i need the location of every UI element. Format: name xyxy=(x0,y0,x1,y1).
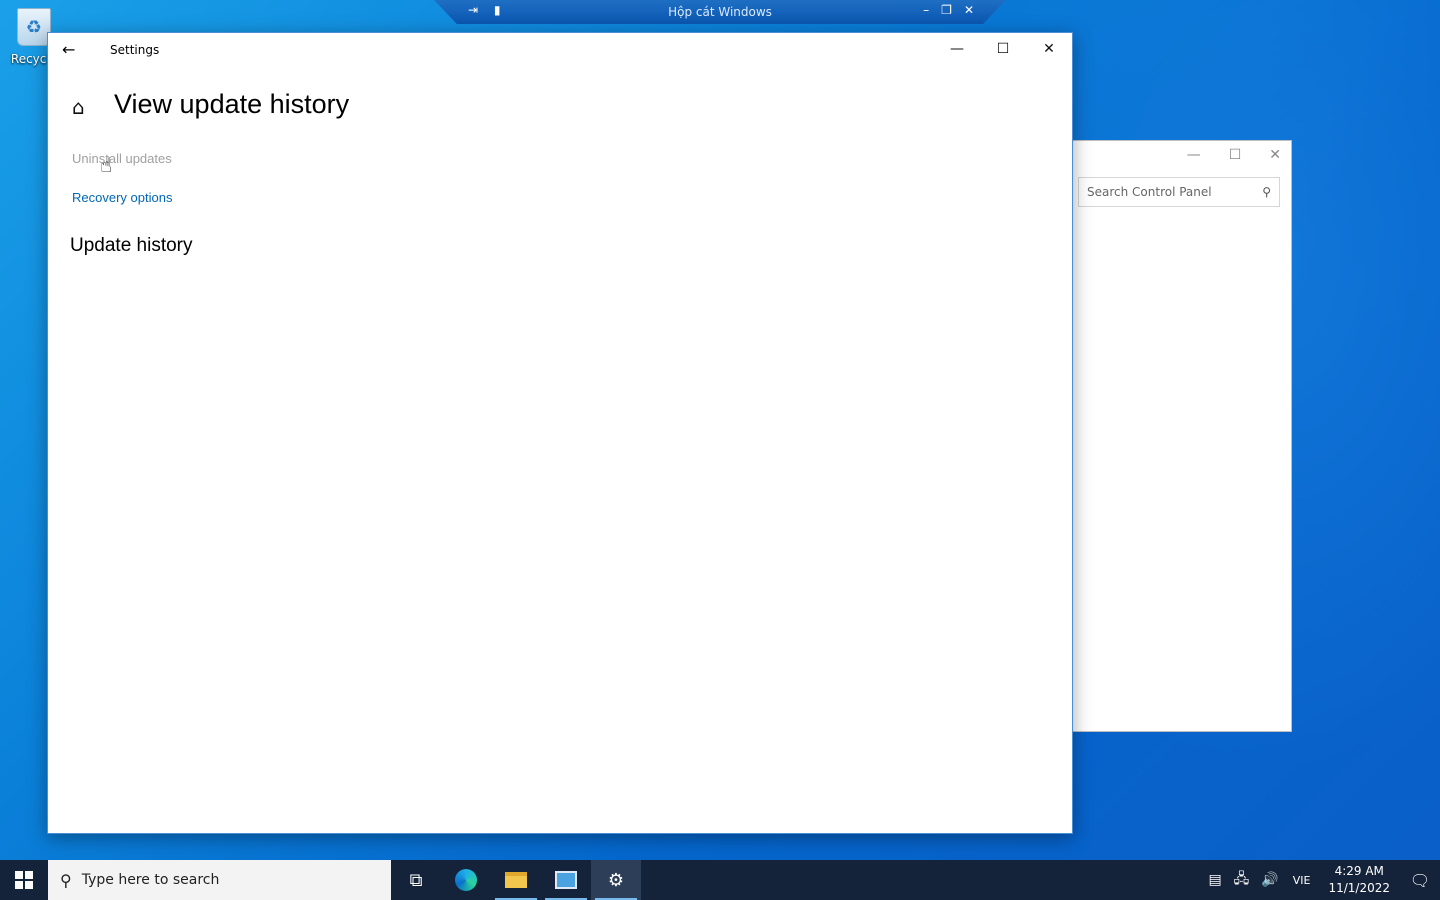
windows-logo-icon xyxy=(15,871,33,889)
sandbox-close-button[interactable]: ✕ xyxy=(964,3,974,17)
control-panel-search-input[interactable]: Search Control Panel ⚲ xyxy=(1078,177,1280,207)
start-button[interactable] xyxy=(0,860,48,900)
control-panel-icon xyxy=(555,871,577,889)
notification-icon: 🗨 xyxy=(1409,870,1431,890)
hand-cursor-icon: ☝ xyxy=(100,153,113,177)
control-panel-button[interactable] xyxy=(541,860,591,900)
cp-search-placeholder: Search Control Panel xyxy=(1087,185,1212,199)
sandbox-title: Hộp cát Windows xyxy=(668,5,772,19)
search-icon: ⚲ xyxy=(1262,185,1271,199)
task-view-icon: ⧉ xyxy=(409,869,423,891)
maximize-button[interactable]: ☐ xyxy=(980,33,1026,65)
uninstall-updates-link[interactable]: Uninstall updates xyxy=(72,151,172,166)
cp-close-button[interactable]: ✕ xyxy=(1269,147,1281,163)
volume-icon[interactable]: 🔊 xyxy=(1255,872,1284,888)
clock-time: 4:29 AM xyxy=(1334,864,1384,878)
taskbar: ⚲ Type here to search ⧉ ⚙ ▤ 🖧 🔊 VIE 4:29… xyxy=(0,860,1440,900)
news-icon[interactable]: ▤ xyxy=(1202,872,1227,888)
gear-icon: ⚙ xyxy=(607,869,625,891)
settings-button[interactable]: ⚙ xyxy=(591,860,641,900)
edge-button[interactable] xyxy=(441,860,491,900)
system-tray: ▤ 🖧 🔊 VIE 4:29 AM 11/1/2022 🗨 xyxy=(1202,860,1440,900)
sandbox-restore-button[interactable]: ❐ xyxy=(941,3,952,17)
search-icon: ⚲ xyxy=(60,870,72,890)
language-indicator[interactable]: VIE xyxy=(1285,874,1319,887)
taskbar-search-placeholder: Type here to search xyxy=(81,872,220,888)
settings-window: ← Settings — ☐ ✕ ⌂ View update history U… xyxy=(47,32,1073,834)
task-view-button[interactable]: ⧉ xyxy=(391,860,441,900)
sandbox-title-bar: ⇥ ▮ Hộp cát Windows – ❐ ✕ xyxy=(434,0,1006,24)
settings-titlebar: ← Settings — ☐ ✕ xyxy=(48,33,1072,67)
taskbar-search-input[interactable]: ⚲ Type here to search xyxy=(48,860,391,900)
recycle-bin-icon xyxy=(17,8,51,46)
page-title: View update history xyxy=(114,89,350,119)
edge-icon xyxy=(455,869,477,891)
cp-minimize-button[interactable]: — xyxy=(1187,147,1201,163)
update-history-heading: Update history xyxy=(70,235,193,256)
folder-icon xyxy=(505,872,527,888)
file-explorer-button[interactable] xyxy=(491,860,541,900)
control-panel-window[interactable]: — ☐ ✕ Search Control Panel ⚲ xyxy=(1072,140,1292,732)
notification-button[interactable]: 🗨 xyxy=(1400,871,1440,890)
window-title: Settings xyxy=(110,43,160,57)
back-button[interactable]: ← xyxy=(62,40,82,60)
minimize-button[interactable]: — xyxy=(934,33,980,65)
recovery-options-link[interactable]: Recovery options xyxy=(72,190,172,205)
cp-maximize-button[interactable]: ☐ xyxy=(1229,147,1242,163)
home-icon[interactable]: ⌂ xyxy=(72,95,85,119)
network-icon[interactable]: 🖧 xyxy=(1228,868,1256,892)
clock[interactable]: 4:29 AM 11/1/2022 xyxy=(1318,863,1400,897)
clock-date: 11/1/2022 xyxy=(1328,881,1390,895)
sandbox-minimize-button[interactable]: – xyxy=(923,3,929,17)
close-button[interactable]: ✕ xyxy=(1026,33,1072,65)
